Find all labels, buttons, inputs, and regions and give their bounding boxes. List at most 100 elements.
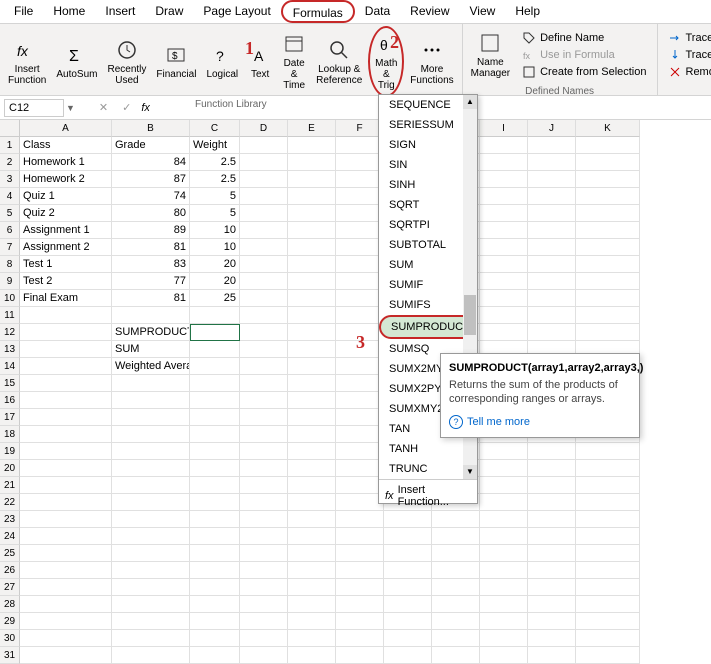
name-manager-button[interactable]: Name Manager — [467, 29, 514, 81]
row-header-12[interactable]: 12 — [0, 324, 20, 341]
cell-D28[interactable] — [240, 596, 288, 613]
cell-B16[interactable] — [112, 392, 190, 409]
cell-C29[interactable] — [190, 613, 240, 630]
cell-B30[interactable] — [112, 630, 190, 647]
menu-review[interactable]: Review — [400, 0, 459, 23]
math-trig-button[interactable]: θ Math & Trig — [368, 26, 404, 97]
cell-C23[interactable] — [190, 511, 240, 528]
cell-E11[interactable] — [288, 307, 336, 324]
cell-B15[interactable] — [112, 375, 190, 392]
row-header-1[interactable]: 1 — [0, 137, 20, 154]
cell-C30[interactable] — [190, 630, 240, 647]
menu-formulas[interactable]: Formulas — [281, 0, 355, 23]
cell-K21[interactable] — [576, 477, 640, 494]
cell-A29[interactable] — [20, 613, 112, 630]
cell-I7[interactable] — [480, 239, 528, 256]
cell-J5[interactable] — [528, 205, 576, 222]
cell-D19[interactable] — [240, 443, 288, 460]
cell-F16[interactable] — [336, 392, 384, 409]
cell-J20[interactable] — [528, 460, 576, 477]
cell-A15[interactable] — [20, 375, 112, 392]
cell-D26[interactable] — [240, 562, 288, 579]
create-selection-button[interactable]: Create from Selection — [520, 64, 648, 80]
cell-E4[interactable] — [288, 188, 336, 205]
cell-D9[interactable] — [240, 273, 288, 290]
cell-G28[interactable] — [384, 596, 432, 613]
cell-K20[interactable] — [576, 460, 640, 477]
cell-A8[interactable]: Test 1 — [20, 256, 112, 273]
cell-F15[interactable] — [336, 375, 384, 392]
cell-D22[interactable] — [240, 494, 288, 511]
cell-D20[interactable] — [240, 460, 288, 477]
cell-K29[interactable] — [576, 613, 640, 630]
cell-D23[interactable] — [240, 511, 288, 528]
cell-I9[interactable] — [480, 273, 528, 290]
cell-B2[interactable]: 84 — [112, 154, 190, 171]
cell-A17[interactable] — [20, 409, 112, 426]
cell-J31[interactable] — [528, 647, 576, 664]
cell-B8[interactable]: 83 — [112, 256, 190, 273]
col-header-J[interactable]: J — [528, 120, 576, 137]
cell-C7[interactable]: 10 — [190, 239, 240, 256]
cell-D8[interactable] — [240, 256, 288, 273]
cell-D16[interactable] — [240, 392, 288, 409]
cell-A28[interactable] — [20, 596, 112, 613]
trace-precedents-button[interactable]: Trace Precedents — [666, 30, 711, 46]
cell-F29[interactable] — [336, 613, 384, 630]
cell-E26[interactable] — [288, 562, 336, 579]
row-header-8[interactable]: 8 — [0, 256, 20, 273]
cell-H23[interactable] — [432, 511, 480, 528]
cell-F6[interactable] — [336, 222, 384, 239]
cell-F8[interactable] — [336, 256, 384, 273]
menu-home[interactable]: Home — [43, 0, 95, 23]
cell-F12[interactable] — [336, 324, 384, 341]
cell-G29[interactable] — [384, 613, 432, 630]
cell-H27[interactable] — [432, 579, 480, 596]
cell-D17[interactable] — [240, 409, 288, 426]
cell-I2[interactable] — [480, 154, 528, 171]
cell-F20[interactable] — [336, 460, 384, 477]
cell-B22[interactable] — [112, 494, 190, 511]
cell-J4[interactable] — [528, 188, 576, 205]
cell-I19[interactable] — [480, 443, 528, 460]
cell-D4[interactable] — [240, 188, 288, 205]
menu-view[interactable]: View — [460, 0, 506, 23]
cell-D30[interactable] — [240, 630, 288, 647]
row-header-16[interactable]: 16 — [0, 392, 20, 409]
row-header-26[interactable]: 26 — [0, 562, 20, 579]
cell-K9[interactable] — [576, 273, 640, 290]
cell-A1[interactable]: Class — [20, 137, 112, 154]
cell-J30[interactable] — [528, 630, 576, 647]
cell-J8[interactable] — [528, 256, 576, 273]
cell-B12[interactable]: SUMPRODUCT — [112, 324, 190, 341]
cell-J12[interactable] — [528, 324, 576, 341]
cell-B19[interactable] — [112, 443, 190, 460]
cell-E30[interactable] — [288, 630, 336, 647]
cell-C15[interactable] — [190, 375, 240, 392]
cell-B20[interactable] — [112, 460, 190, 477]
cell-C25[interactable] — [190, 545, 240, 562]
row-header-14[interactable]: 14 — [0, 358, 20, 375]
cell-K27[interactable] — [576, 579, 640, 596]
cell-J19[interactable] — [528, 443, 576, 460]
cell-C9[interactable]: 20 — [190, 273, 240, 290]
cell-J2[interactable] — [528, 154, 576, 171]
scroll-up-icon[interactable]: ▲ — [463, 95, 477, 109]
row-header-29[interactable]: 29 — [0, 613, 20, 630]
cell-G24[interactable] — [384, 528, 432, 545]
row-header-11[interactable]: 11 — [0, 307, 20, 324]
cell-A6[interactable]: Assignment 1 — [20, 222, 112, 239]
cell-I12[interactable] — [480, 324, 528, 341]
row-header-5[interactable]: 5 — [0, 205, 20, 222]
cell-D7[interactable] — [240, 239, 288, 256]
row-header-6[interactable]: 6 — [0, 222, 20, 239]
cell-B7[interactable]: 81 — [112, 239, 190, 256]
cell-I4[interactable] — [480, 188, 528, 205]
scroll-down-icon[interactable]: ▼ — [463, 465, 477, 479]
cell-A26[interactable] — [20, 562, 112, 579]
cell-B6[interactable]: 89 — [112, 222, 190, 239]
cell-I27[interactable] — [480, 579, 528, 596]
cell-J1[interactable] — [528, 137, 576, 154]
cell-A9[interactable]: Test 2 — [20, 273, 112, 290]
cell-D29[interactable] — [240, 613, 288, 630]
